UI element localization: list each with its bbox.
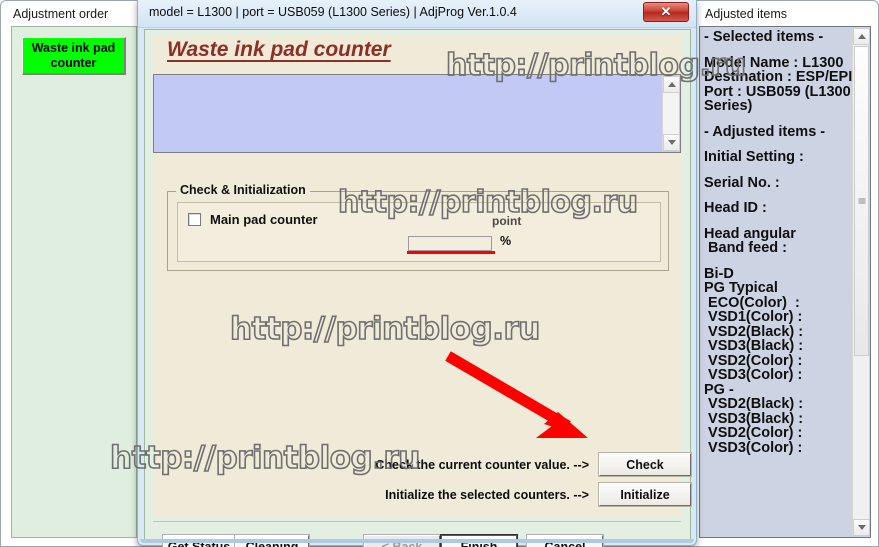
list-item: Serial No. : bbox=[704, 174, 780, 191]
initialize-action-text: Initialize the selected counters. --> bbox=[385, 488, 589, 502]
list-item: VSD3(Black) : bbox=[704, 410, 804, 427]
adjustment-order-caption: Adjustment order bbox=[13, 7, 109, 21]
scroll-down-arrow-icon[interactable] bbox=[853, 519, 870, 536]
waste-ink-pad-counter-button[interactable]: Waste ink pad counter bbox=[22, 37, 126, 75]
main-pad-counter-checkbox[interactable] bbox=[188, 213, 201, 226]
footer-divider bbox=[153, 521, 681, 522]
scroll-down-arrow-icon[interactable] bbox=[663, 134, 680, 151]
adjusted-items-panel: Adjusted items - Selected items - Model N… bbox=[699, 4, 877, 544]
check-button[interactable]: Check bbox=[598, 452, 692, 477]
adjusted-items-list: - Selected items - Model Name : L1300 Dest… bbox=[704, 29, 862, 456]
list-item: VSD1(Color) : bbox=[704, 309, 803, 325]
scrollbar-thumb[interactable] bbox=[854, 46, 869, 356]
waste-ink-pad-counter-dialog: model = L1300 | port = USB059 (L1300 Ser… bbox=[137, 0, 697, 547]
close-icon[interactable]: ✕ bbox=[643, 2, 689, 22]
dialog-titlebar[interactable]: model = L1300 | port = USB059 (L1300 Ser… bbox=[138, 0, 696, 28]
counter-options-pane: Main pad counter point % bbox=[177, 202, 661, 262]
list-item: Bi-D bbox=[704, 265, 734, 282]
screen: Adjustment order Waste ink pad counter A… bbox=[0, 0, 879, 547]
dialog-title: model = L1300 | port = USB059 (L1300 Ser… bbox=[149, 5, 517, 19]
check-initialization-legend: Check & Initialization bbox=[176, 183, 310, 197]
list-item: Initial Setting : bbox=[704, 149, 804, 165]
list-item: Model Name : L1300 bbox=[704, 54, 844, 71]
initialize-button[interactable]: Initialize bbox=[598, 482, 692, 507]
percent-input[interactable] bbox=[408, 236, 492, 251]
check-initialization-group: Check & Initialization Main pad counter … bbox=[167, 183, 669, 271]
list-item: VSD3(Color) : bbox=[704, 439, 803, 456]
list-item: VSD3(Color) : bbox=[704, 367, 803, 383]
list-item: Band feed : bbox=[704, 240, 787, 256]
list-item: ECO(Color) : bbox=[704, 294, 800, 311]
page-title: Waste ink pad counter bbox=[167, 38, 391, 61]
list-item: Port : USB059 (L1300 bbox=[704, 83, 851, 100]
list-item: VSD2(Black) : bbox=[704, 323, 804, 340]
point-label: point bbox=[492, 214, 522, 228]
dialog-bottom-rim bbox=[140, 539, 694, 543]
list-item: VSD2(Color) : bbox=[704, 425, 803, 441]
adjustment-order-listbox: Waste ink pad counter bbox=[11, 26, 137, 538]
scroll-up-arrow-icon[interactable] bbox=[663, 76, 680, 93]
list-item: Head angular bbox=[704, 225, 796, 242]
main-pad-counter-row[interactable]: Main pad counter bbox=[188, 212, 318, 227]
adjusted-items-listbox[interactable]: - Selected items - Model Name : L1300 Dest… bbox=[699, 26, 871, 538]
adjustment-order-panel: Adjustment order Waste ink pad counter bbox=[7, 4, 141, 542]
list-item: PG Typical bbox=[704, 280, 778, 296]
heading-strip: Waste ink pad counter bbox=[153, 36, 681, 74]
percent-highlight-underline bbox=[407, 251, 495, 254]
main-pad-counter-label: Main pad counter bbox=[210, 212, 318, 227]
list-item: Destination : ESP/EPIL bbox=[704, 69, 862, 85]
list-item: PG - bbox=[704, 381, 734, 398]
scroll-up-arrow-icon[interactable] bbox=[853, 28, 870, 45]
adjusted-items-scrollbar[interactable] bbox=[852, 28, 870, 536]
message-listbox[interactable] bbox=[153, 74, 681, 153]
dialog-body: Waste ink pad counter Check & Initializa… bbox=[144, 29, 692, 547]
list-item: Series) bbox=[704, 98, 753, 114]
message-listbox-scrollbar[interactable] bbox=[662, 76, 680, 151]
percent-sign-label: % bbox=[500, 234, 512, 248]
list-item: - Adjusted items - bbox=[704, 123, 826, 140]
list-item: - Selected items - bbox=[704, 29, 824, 45]
content-pane: Check & Initialization Main pad counter … bbox=[153, 153, 692, 518]
list-item: VSD2(Black) : bbox=[704, 396, 804, 412]
check-action-text: Check the current counter value. --> bbox=[375, 458, 589, 472]
list-item: VSD2(Color) : bbox=[704, 352, 803, 369]
adjusted-items-caption: Adjusted items bbox=[705, 7, 787, 21]
list-item: VSD3(Black) : bbox=[704, 338, 804, 354]
list-item: Head ID : bbox=[704, 200, 767, 216]
